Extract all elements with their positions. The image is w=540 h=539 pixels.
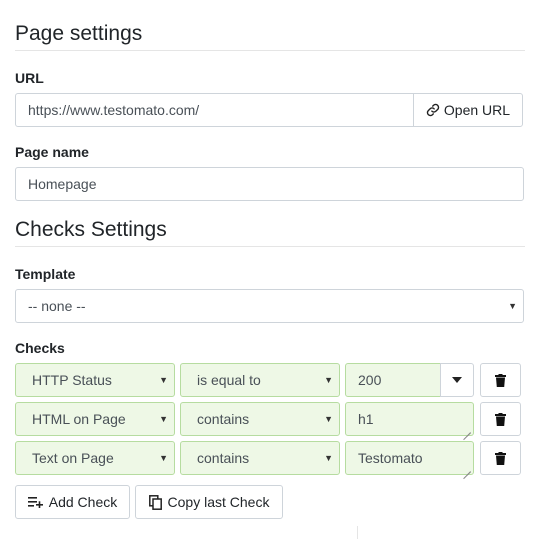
caret-down-icon: ▼ [159,375,168,385]
page-name-value: Homepage [28,176,97,192]
page-settings-title: Page settings [15,22,143,45]
check-value-textarea[interactable]: h1 [345,402,474,436]
check-type-select[interactable]: Text on Page ▼ [15,441,175,475]
check-type-value: HTTP Status [32,372,112,388]
check-type-value: HTML on Page [32,411,126,427]
playlist-add-icon [27,497,43,508]
check-value: 200 [358,372,382,388]
url-input[interactable]: https://www.testomato.com/ [15,93,415,127]
page-name-label: Page name [15,144,89,160]
add-check-label: Add Check [48,494,118,510]
trash-icon [495,373,506,387]
value-dropdown-button[interactable] [440,363,474,397]
copy-last-check-label: Copy last Check [167,494,270,510]
resize-handle[interactable] [463,464,471,472]
open-url-button[interactable]: Open URL [413,93,523,127]
template-label: Template [15,266,76,282]
trash-icon [495,412,506,426]
caret-down-icon: ▼ [159,414,168,424]
caret-down-icon [452,377,462,383]
section-divider [15,50,525,51]
check-value: h1 [358,411,374,427]
check-value: Testomato [358,450,423,466]
resize-handle[interactable] [463,425,471,433]
copy-last-check-button[interactable]: Copy last Check [135,485,283,519]
delete-check-button[interactable] [480,441,521,475]
trash-icon [495,451,506,465]
check-operator-value: contains [197,450,250,466]
open-url-label: Open URL [443,102,511,118]
copy-icon [148,494,162,510]
checks-label: Checks [15,340,65,356]
delete-check-button[interactable] [480,363,521,397]
url-label: URL [15,70,44,86]
link-icon [426,103,440,117]
caret-down-icon: ▼ [324,453,333,463]
template-value: -- none -- [28,298,86,314]
check-value-input[interactable]: 200 [345,363,442,397]
caret-down-icon: ▼ [159,453,168,463]
caret-down-icon: ▼ [324,375,333,385]
check-type-value: Text on Page [32,450,114,466]
check-operator-value: is equal to [197,372,261,388]
delete-check-button[interactable] [480,402,521,436]
check-type-select[interactable]: HTTP Status ▼ [15,363,175,397]
check-operator-select[interactable]: is equal to ▼ [180,363,340,397]
column-divider [357,526,358,539]
check-value-textarea[interactable]: Testomato [345,441,474,475]
template-select[interactable]: -- none -- ▼ [15,289,524,323]
check-operator-select[interactable]: contains ▼ [180,441,340,475]
caret-down-icon: ▼ [508,301,517,311]
add-check-button[interactable]: Add Check [15,485,130,519]
section-divider [15,246,525,247]
checks-settings-title: Checks Settings [15,218,167,241]
check-operator-select[interactable]: contains ▼ [180,402,340,436]
caret-down-icon: ▼ [324,414,333,424]
page-name-input[interactable]: Homepage [15,167,524,201]
check-operator-value: contains [197,411,250,427]
url-value: https://www.testomato.com/ [28,102,200,118]
check-type-select[interactable]: HTML on Page ▼ [15,402,175,436]
